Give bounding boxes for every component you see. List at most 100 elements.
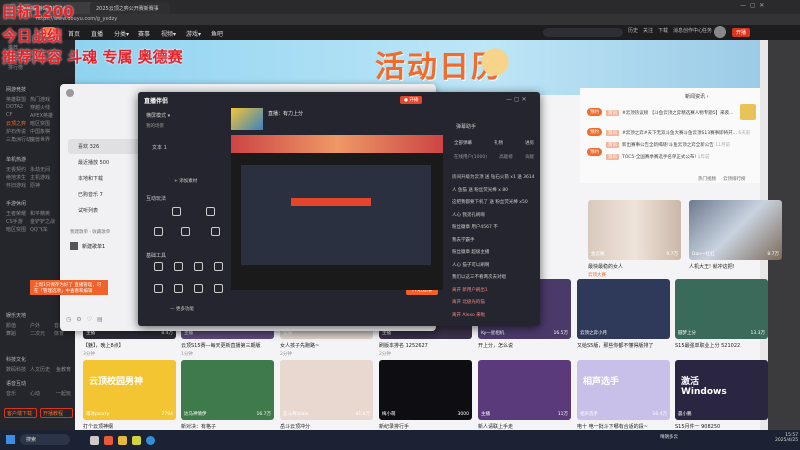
sidebar-item[interactable]: 体育 <box>54 330 64 337</box>
tool-icon[interactable] <box>188 284 208 295</box>
sidebar-item[interactable]: 心动 <box>30 390 40 397</box>
nav-video[interactable]: 视频▾ <box>161 29 176 38</box>
go-live-button[interactable]: 开播 <box>732 28 751 37</box>
sidebar-item[interactable]: CS手游 <box>6 218 23 225</box>
nav-live[interactable]: 直播 <box>91 29 103 38</box>
follow-icon[interactable]: 关注 <box>641 27 655 34</box>
stream-card[interactable]: 金云阁 9.7万 最快最稳的女人 云顶大赛 <box>588 200 681 278</box>
tab-contribution[interactable]: 贡献 <box>525 154 534 160</box>
history-icon[interactable]: 历史 <box>626 27 640 34</box>
stream-thumbnail[interactable]: 云顶校园男神 雨冰psorty 7794 <box>83 360 176 420</box>
sidebar-item[interactable]: CF <box>6 112 12 118</box>
sidebar-item[interactable]: 热门游戏 <box>30 96 50 103</box>
taskbar-search[interactable]: 搜索 <box>20 434 70 445</box>
weather-widget[interactable]: 晴朗多云 <box>660 434 678 440</box>
stream-card[interactable]: 激活 Windows晨小鹏S15月件一 9082503分钟 <box>675 360 768 438</box>
sidebar-item[interactable]: 绝地求生 <box>6 174 26 181</box>
music-footer-icons[interactable]: ◷⚙♡▤ <box>66 316 108 323</box>
stream-title[interactable]: 最快最稳的女人 <box>588 263 681 270</box>
stream-title[interactable]: 新人请联上手走 <box>478 423 571 430</box>
sidebar-item-active[interactable]: 云顶之弈 <box>6 120 26 127</box>
stream-title[interactable]: 云顶S15赛—每天更新直播第三期版 <box>181 342 274 349</box>
stream-title[interactable]: 【魅】，晚上8点】 <box>83 342 176 349</box>
sidebar-item[interactable]: 暗区突围 <box>30 120 50 127</box>
tab-high-energy[interactable]: 高能榜 <box>499 154 513 160</box>
stream-thumbnail[interactable]: 蓝斗奇lalalo 41.6万 <box>280 360 373 420</box>
address-bar[interactable] <box>0 14 800 25</box>
clock[interactable]: 15:57 2025/4/25 <box>775 433 798 443</box>
tool-icon[interactable] <box>175 227 195 238</box>
stream-card[interactable]: 云顶之弈小月 又给S5版，那些你都不懂得版排了 <box>577 279 670 351</box>
companion-window-controls[interactable]: — ▢ ✕ <box>506 96 527 103</box>
sidebar-item[interactable]: 舞蹈 <box>6 330 16 337</box>
stream-card[interactable]: Dan一杠杠 8.7万 人机大王! 就冲这把! <box>689 200 782 270</box>
tab-all-danmaku[interactable]: 全部弹幕 <box>454 140 472 146</box>
taskbar-app-icon[interactable] <box>132 436 141 445</box>
search-input[interactable] <box>543 28 623 37</box>
stream-title[interactable]: 直播：有力上分 <box>268 110 303 117</box>
sidebar-item[interactable]: 数码科技 <box>6 366 26 373</box>
reserve-button[interactable]: 预约 <box>587 148 602 156</box>
browser-tab[interactable]: 2025云顶之弈公开赛新赛事 <box>90 2 170 14</box>
news-item[interactable]: 资讯 新出赛事公告全新揭晓!斗鱼云顶之弈全新公告 11月前 <box>606 142 730 148</box>
tool-icon[interactable] <box>168 284 188 295</box>
tool-icon[interactable] <box>168 262 188 273</box>
stream-title[interactable]: S15最强单职业上分 521022 <box>675 342 768 349</box>
tool-icon[interactable] <box>200 207 220 218</box>
stream-title[interactable]: 电十 电一批斗下哪有合适的段~ <box>577 423 670 430</box>
stream-title[interactable]: 新纪录排行手 <box>379 423 472 430</box>
sidebar-item[interactable]: 原神 <box>30 182 40 189</box>
task-icon[interactable]: 任务 <box>700 27 714 34</box>
sidebar-item[interactable]: 穿越火线 <box>30 104 50 111</box>
sidebar-item[interactable]: 人文历史 <box>30 366 50 373</box>
stream-preview[interactable] <box>231 135 443 290</box>
news-item[interactable]: 资讯 #云顶热议榜 【斗鱼云顶之弈精选赛人物专题5】来袭... <box>606 110 733 116</box>
download-icon[interactable]: 下载 <box>656 27 670 34</box>
edge-icon[interactable] <box>146 436 155 445</box>
stream-title[interactable]: 打个云顶神纲 <box>83 423 176 430</box>
mode-dropdown[interactable]: 横屏模式 ▾ <box>146 112 170 119</box>
tab-online-users[interactable]: 在线用户(1000) <box>454 154 487 160</box>
sidebar-item[interactable]: DOTA2 <box>6 104 23 110</box>
sidebar-item[interactable]: 王者荣耀 <box>6 210 26 217</box>
sidebar-item[interactable]: 音乐 <box>6 390 16 397</box>
sidebar-item[interactable]: 无畏契约 <box>6 166 26 173</box>
tool-icon[interactable] <box>148 284 168 295</box>
stream-thumbnail[interactable]: 梅小萌 3000 <box>379 360 472 420</box>
stream-card[interactable]: 达马神情伊 16.7万 新对决：有格子 <box>181 360 274 432</box>
tool-icon[interactable] <box>188 262 208 273</box>
news-item[interactable]: 资讯 #云顶之弈#天下无双斗鱼大赛斗鱼云顶S13赛事即将开... 6天前 <box>606 130 750 136</box>
avatar[interactable] <box>714 26 726 38</box>
news-item[interactable]: 资讯 TOC5-全国赛季赛选手名单正式公布! 1年前 <box>606 154 710 160</box>
taskbar-app-icon[interactable] <box>118 436 127 445</box>
user-avatar[interactable] <box>66 89 74 97</box>
stream-thumbnail[interactable]: 激活 Windows 晨小鹏 <box>675 360 768 420</box>
taskbar-app-icon[interactable] <box>90 436 99 445</box>
nav-home[interactable]: 首页 <box>68 29 80 38</box>
sidebar-item[interactable]: 怀旧游戏 <box>6 182 26 189</box>
playlist-item[interactable]: 新建歌单1 <box>82 243 105 250</box>
reserve-button[interactable]: 预约 <box>587 128 602 136</box>
window-controls[interactable]: — ▢ ✕ <box>740 2 764 9</box>
news-title[interactable]: 新闻资讯 › <box>685 93 709 100</box>
news-thumbnail[interactable] <box>740 104 756 120</box>
nav-events[interactable]: 赛事 <box>138 29 150 38</box>
nav-fishbar[interactable]: 鱼吧 <box>211 29 223 38</box>
sidebar-item[interactable]: 三角洲行动 <box>6 136 31 143</box>
sidebar-item[interactable]: 永劫无间 <box>30 166 50 173</box>
sidebar-item[interactable]: 一起玩 <box>56 390 71 397</box>
sidebar-item[interactable]: APEX英雄 <box>30 112 53 119</box>
sidebar-item[interactable]: 暗区突围 <box>6 226 26 233</box>
hot-video-link[interactable]: 热门视频 <box>698 176 716 182</box>
sidebar-item[interactable]: QQ飞车 <box>30 226 48 233</box>
sidebar-item[interactable]: 二次元 <box>30 330 45 337</box>
tool-icon[interactable] <box>148 262 168 273</box>
tool-icon[interactable] <box>166 207 186 218</box>
stream-card[interactable]: 圆梦上分 13.3万 S15最强单职业上分 521022 <box>675 279 768 351</box>
stream-cover[interactable] <box>231 108 263 130</box>
stream-title[interactable]: 人机大王! 就冲这把! <box>689 263 782 270</box>
notification-toast[interactable]: 上周1只保存为好了 直播管理，可在「管理选项」中查看和编辑 <box>30 280 108 295</box>
client-download-button[interactable]: 客户端下载 <box>4 408 37 418</box>
tool-icon[interactable] <box>205 227 225 238</box>
stream-card[interactable]: 蓝斗奇lalalo41.6万岳斗云顶冲分3分钟 <box>280 360 373 438</box>
